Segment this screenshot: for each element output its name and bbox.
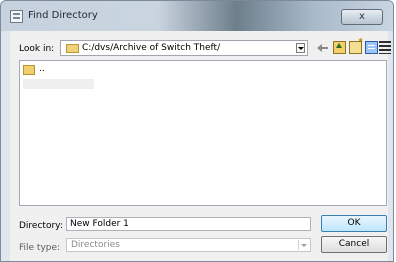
list-view-icon[interactable] (379, 41, 391, 54)
cancel-button[interactable]: Cancel (321, 236, 387, 253)
window-title: Find Directory (28, 10, 98, 21)
directory-input[interactable] (66, 217, 311, 231)
selection-rectangle (23, 79, 94, 89)
file-name: .. (39, 64, 45, 74)
chevron-down-icon[interactable] (296, 43, 305, 53)
filetype-label: File type: (19, 243, 61, 253)
lookin-combobox[interactable]: C:/dvs/Archive of Switch Theft/ (60, 40, 308, 56)
filetype-value: Directories (71, 240, 120, 250)
folder-icon (66, 44, 79, 53)
close-button[interactable]: x (341, 9, 383, 25)
window-icon (10, 10, 23, 23)
title-bar[interactable]: Find Directory x (1, 1, 393, 31)
file-list[interactable]: .. (19, 60, 387, 206)
directory-label: Directory: (19, 221, 63, 231)
lookin-path: C:/dvs/Archive of Switch Theft/ (82, 43, 221, 53)
new-folder-icon[interactable] (349, 36, 364, 54)
dialog-body: Look in: C:/dvs/Archive of Switch Theft/… (10, 31, 391, 261)
folder-icon (23, 65, 35, 75)
chevron-down-icon[interactable] (298, 240, 309, 250)
ok-button[interactable]: OK (321, 215, 387, 232)
back-icon[interactable] (316, 41, 329, 54)
find-directory-window: Find Directory x Look in: C:/dvs/Archive… (0, 0, 394, 262)
filetype-select[interactable]: Directories (66, 238, 311, 252)
lookin-label: Look in: (19, 44, 55, 54)
detail-view-icon[interactable] (365, 41, 378, 54)
up-folder-icon[interactable] (333, 41, 346, 54)
